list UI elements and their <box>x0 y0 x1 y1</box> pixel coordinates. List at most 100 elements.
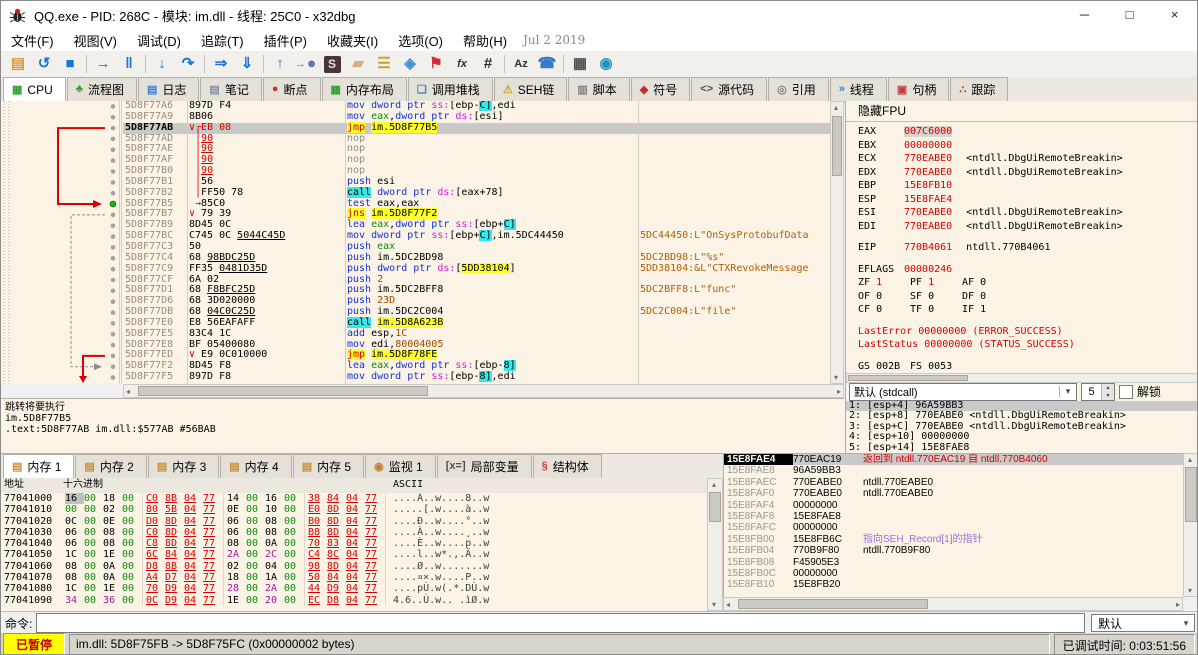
maximize-button[interactable]: □ <box>1107 1 1152 29</box>
stack-h-scrollbar[interactable]: ◂ ▸ <box>723 597 1183 611</box>
dump-byte[interactable]: 77 <box>365 538 384 549</box>
dump-byte[interactable]: 00 <box>122 583 141 594</box>
register-row[interactable]: EFLAGS 00000246 <box>846 263 1197 277</box>
tab-call-stack[interactable]: ❏ 调用堆栈 <box>407 77 493 101</box>
checkbox-icon[interactable] <box>1119 384 1133 399</box>
dump-byte[interactable]: A4 <box>146 572 165 583</box>
dump-byte[interactable]: 04 <box>184 583 203 594</box>
dump-byte[interactable]: C8 <box>146 538 165 549</box>
tab-dump-1[interactable]: ▤ 内存 1 <box>3 454 75 479</box>
dump-byte[interactable]: B8 <box>308 527 327 538</box>
dump-byte[interactable]: 04 <box>184 595 203 606</box>
dump-byte[interactable]: 00 <box>122 595 141 606</box>
globe-icon[interactable]: ◉ <box>593 52 619 76</box>
register-row[interactable]: LastError 00000000 (ERROR_SUCCESS) <box>846 325 1197 339</box>
call-argument-row[interactable]: 5: [esp+14] 15E8FAE8 <box>846 442 1197 453</box>
dump-byte[interactable]: 1E <box>227 595 246 606</box>
chevron-down-icon[interactable]: ▾ <box>1178 618 1194 629</box>
tab-references[interactable]: ◎ 引用 <box>768 77 829 101</box>
dump-byte[interactable]: 8D <box>165 527 184 538</box>
dump-byte[interactable]: 04 <box>346 595 365 606</box>
dump-byte[interactable]: 00 <box>84 583 103 594</box>
dump-byte[interactable]: 77 <box>365 549 384 560</box>
dump-byte[interactable]: D8 <box>327 595 346 606</box>
stack-row[interactable]: 15E8FAF4 00000000 <box>724 500 1183 511</box>
dump-byte[interactable]: 8B <box>165 561 184 572</box>
dump-byte[interactable]: 8D <box>327 527 346 538</box>
dump-byte[interactable]: 8D <box>327 516 346 527</box>
run-until-return-icon[interactable]: ↑ <box>267 52 293 76</box>
execute-till-return-icon[interactable]: ⇓ <box>234 52 260 76</box>
register-row[interactable]: ESP 15E8FAE4 <box>846 193 1197 207</box>
dump-byte[interactable]: 04 <box>184 549 203 560</box>
disassembly-pane[interactable]: 5D8F77A6 897D F4 mov dword ptr ss:[ebp-C],… <box>1 101 844 384</box>
dump-byte[interactable]: C0 <box>146 493 165 504</box>
dump-byte[interactable]: 00 <box>246 572 265 583</box>
register-row[interactable]: ECX 770EABE0 <ntdll.DbgUiRemoteBreakin> <box>846 152 1197 166</box>
dump-row[interactable]: 77041050 1C 00 1E 00 6C 84 04 77 2A 00 2C 00 C4 8C 04 77… <box>1 549 707 561</box>
dump-byte[interactable]: 04 <box>346 493 365 504</box>
dump-byte[interactable]: 00 <box>246 504 265 515</box>
dump-byte[interactable]: 8D <box>327 561 346 572</box>
dump-byte[interactable]: 2A <box>227 549 246 560</box>
stack-row[interactable]: 15E8FAFC 00000000 <box>724 522 1183 533</box>
flag-gs[interactable]: GS 002B <box>858 360 910 374</box>
dump-byte[interactable]: 04 <box>346 527 365 538</box>
dump-byte[interactable]: EC <box>308 595 327 606</box>
dump-row[interactable]: 77041020 0C 00 0E 00 D0 8D 04 77 06 00 08 00 B0 8D 04 77… <box>1 515 707 527</box>
dump-byte[interactable]: D9 <box>327 583 346 594</box>
dump-byte[interactable]: 04 <box>346 504 365 515</box>
dump-byte[interactable]: 44 <box>308 583 327 594</box>
stack-row[interactable]: 15E8FB10 15E8FB20 <box>724 579 1183 590</box>
dump-byte[interactable]: 77 <box>365 561 384 572</box>
dump-byte[interactable]: 80 <box>146 504 165 515</box>
dump-byte[interactable]: 00 <box>246 538 265 549</box>
dump-byte[interactable]: 00 <box>284 583 303 594</box>
tab-struct[interactable]: § 结构体 <box>532 454 602 478</box>
dump-byte[interactable]: 84 <box>327 572 346 583</box>
disasm-h-scrollbar[interactable]: ◂ ▸ <box>123 384 844 398</box>
dump-byte[interactable]: 08 <box>265 516 284 527</box>
restart-icon[interactable]: ↺ <box>31 52 57 76</box>
register-row[interactable]: EBP 15E8FB10 <box>846 179 1197 193</box>
flag-of[interactable]: OF 0 <box>858 290 910 304</box>
register-value[interactable]: 00000000 <box>904 140 952 151</box>
disasm-row[interactable]: 5D8F77B2 │FF50 78 call dword ptr ds:[eax+… <box>1 186 844 199</box>
arg-count-stepper[interactable]: 5 ▴ ▾ <box>1081 382 1115 401</box>
labels-icon[interactable]: ◈ <box>397 52 423 76</box>
stack-row[interactable]: 15E8FAE8 96A59BB3 <box>724 465 1183 476</box>
flag-pf[interactable]: PF 1 <box>910 276 962 290</box>
open-file-icon[interactable]: ▤ <box>5 52 31 76</box>
dump-byte[interactable]: 0A <box>103 572 122 583</box>
dump-byte[interactable]: 00 <box>284 504 303 515</box>
dump-byte[interactable]: 00 <box>84 572 103 583</box>
call-notify-icon[interactable]: ☎ <box>534 52 560 76</box>
dump-byte[interactable]: 8B <box>165 493 184 504</box>
flag-fs[interactable]: FS 0053 <box>910 360 962 374</box>
dump-byte[interactable]: 06 <box>227 527 246 538</box>
tab-symbols[interactable]: ◆ 符号 <box>630 77 691 101</box>
dump-byte[interactable]: 00 <box>246 583 265 594</box>
dump-byte[interactable]: 77 <box>203 538 222 549</box>
dump-byte[interactable]: D0 <box>146 516 165 527</box>
dump-byte[interactable]: C0 <box>146 527 165 538</box>
register-row[interactable]: GS 002B FS 0053 <box>846 360 1197 374</box>
dump-byte[interactable]: 16 <box>265 493 284 504</box>
dump-row[interactable]: 77041060 08 00 0A 00 D8 8B 04 77 02 00 04 00 98 8D 04 77… <box>1 560 707 573</box>
register-row[interactable]: CF 0 TF 0 IF 1 <box>846 303 1197 317</box>
tab-handles[interactable]: ▣ 句柄 <box>887 77 950 101</box>
stop-icon[interactable]: ■ <box>57 52 83 76</box>
dump-byte[interactable]: 02 <box>103 504 122 515</box>
dump-byte[interactable]: 50 <box>308 572 327 583</box>
dump-byte[interactable]: 00 <box>284 561 303 572</box>
menu-item[interactable]: 调试(D) <box>127 28 191 53</box>
tab-trace[interactable]: ∴ 跟踪 <box>950 77 1009 101</box>
attach-icon[interactable]: →☻ <box>293 52 319 76</box>
tab-dump-3[interactable]: ▤ 内存 3 <box>147 454 220 478</box>
tab-source[interactable]: <> 源代码 <box>691 77 768 101</box>
dump-byte[interactable]: 04 <box>346 561 365 572</box>
dump-row[interactable]: 77041040 06 00 08 00 C8 8D 04 77 08 00 0A 00 70 83 04 77… <box>1 538 707 550</box>
flag-zf[interactable]: ZF 1 <box>858 276 910 290</box>
register-row[interactable]: EAX 007C6000 <box>846 125 1197 139</box>
dump-byte[interactable]: 18 <box>103 493 122 504</box>
